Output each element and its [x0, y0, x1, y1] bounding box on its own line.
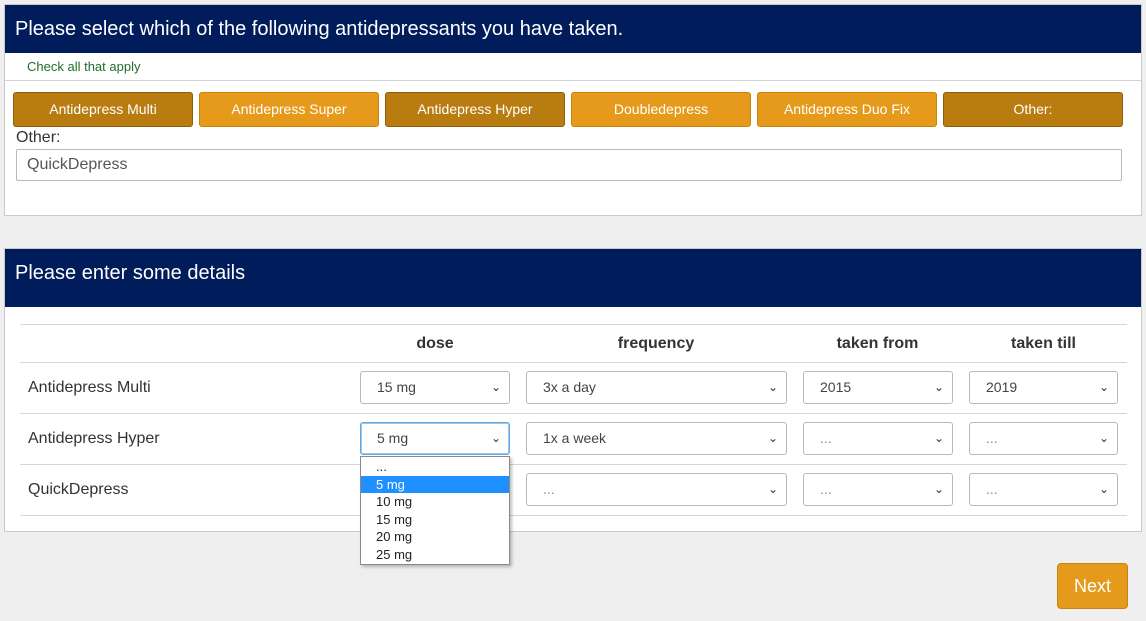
- row-label-quickdepress: QuickDepress: [28, 481, 129, 498]
- chevron-down-icon: ⌄: [1098, 482, 1109, 496]
- selection-panel-title: Please select which of the following ant…: [5, 5, 1141, 53]
- taken-from-value: ...: [820, 481, 832, 497]
- dropdown-option-highlighted[interactable]: 5 mg: [361, 475, 509, 494]
- taken-till-value: ...: [986, 481, 998, 497]
- frequency-value: 1x a week: [543, 430, 607, 446]
- chevron-down-icon: ⌄: [490, 380, 501, 394]
- taken-till-select-row2[interactable]: ... ⌄: [969, 422, 1118, 455]
- chevron-down-icon: ⌄: [767, 380, 778, 394]
- chevron-down-icon: ⌄: [490, 431, 501, 445]
- frequency-select-row3[interactable]: ... ⌄: [526, 473, 787, 506]
- taken-till-value: 2019: [986, 379, 1018, 395]
- option-other[interactable]: Other:: [943, 92, 1123, 127]
- dose-select-row1[interactable]: 15 mg ⌄: [360, 371, 510, 404]
- taken-till-select-row1[interactable]: 2019 ⌄: [969, 371, 1118, 404]
- dose-dropdown-list: ... 5 mg 10 mg 15 mg 20 mg 25 mg: [360, 456, 510, 565]
- option-antidepress-hyper[interactable]: Antidepress Hyper: [385, 92, 565, 127]
- column-header-dose: dose: [416, 335, 454, 352]
- chevron-down-icon: ⌄: [933, 431, 944, 445]
- details-panel-title: Please enter some details: [5, 249, 1141, 307]
- taken-from-select-row1[interactable]: 2015 ⌄: [803, 371, 953, 404]
- dropdown-option[interactable]: ...: [361, 458, 509, 476]
- dose-select-row2[interactable]: 5 mg ⌄: [360, 422, 510, 455]
- frequency-select-row1[interactable]: 3x a day ⌄: [526, 371, 787, 404]
- taken-from-select-row3[interactable]: ... ⌄: [803, 473, 953, 506]
- column-header-taken-till: taken till: [1011, 335, 1076, 352]
- check-all-hint: Check all that apply: [5, 53, 1141, 81]
- chevron-down-icon: ⌄: [767, 482, 778, 496]
- option-doubledepress[interactable]: Doubledepress: [571, 92, 751, 127]
- column-header-taken-from: taken from: [836, 335, 919, 352]
- chevron-down-icon: ⌄: [767, 431, 778, 445]
- dropdown-option[interactable]: 10 mg: [361, 493, 509, 511]
- next-button[interactable]: Next: [1057, 563, 1128, 609]
- chevron-down-icon: ⌄: [1098, 380, 1109, 394]
- column-header-frequency: frequency: [617, 335, 695, 352]
- dropdown-option[interactable]: 25 mg: [361, 546, 509, 564]
- option-antidepress-duo-fix[interactable]: Antidepress Duo Fix: [757, 92, 937, 127]
- taken-from-value: 2015: [820, 379, 852, 395]
- chevron-down-icon: ⌄: [1098, 431, 1109, 445]
- other-text-input[interactable]: QuickDepress: [16, 149, 1122, 181]
- option-antidepress-multi[interactable]: Antidepress Multi: [13, 92, 193, 127]
- other-field-label: Other:: [16, 129, 61, 146]
- dose-value: 5 mg: [377, 430, 409, 446]
- chevron-down-icon: ⌄: [933, 482, 944, 496]
- taken-till-select-row3[interactable]: ... ⌄: [969, 473, 1118, 506]
- option-buttons: Antidepress Multi Antidepress Super Anti…: [13, 92, 1123, 127]
- dose-value: 15 mg: [377, 379, 416, 395]
- chevron-down-icon: ⌄: [933, 380, 944, 394]
- row-label-antidepress-hyper: Antidepress Hyper: [28, 430, 160, 447]
- row-label-antidepress-multi: Antidepress Multi: [28, 379, 151, 396]
- frequency-select-row2[interactable]: 1x a week ⌄: [526, 422, 787, 455]
- dropdown-option[interactable]: 20 mg: [361, 528, 509, 546]
- taken-from-value: ...: [820, 430, 832, 446]
- option-antidepress-super[interactable]: Antidepress Super: [199, 92, 379, 127]
- taken-till-value: ...: [986, 430, 998, 446]
- frequency-value: 3x a day: [543, 379, 596, 395]
- taken-from-select-row2[interactable]: ... ⌄: [803, 422, 953, 455]
- frequency-value: ...: [543, 481, 555, 497]
- dropdown-option[interactable]: 15 mg: [361, 511, 509, 529]
